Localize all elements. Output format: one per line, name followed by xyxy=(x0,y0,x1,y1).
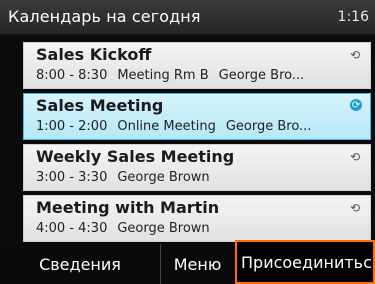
meeting-subject: Meeting with Martin xyxy=(36,198,220,217)
clock: 1:16 xyxy=(337,9,369,25)
meeting-location: Online Meeting xyxy=(117,119,216,134)
list-item[interactable]: Meeting with Martin ⟲ 4:00 - 4:30 George… xyxy=(23,195,371,242)
sync-icon: ⟲ xyxy=(349,150,361,164)
meeting-list: Sales Kickoff ⟲ 8:00 - 8:30 Meeting Rm B… xyxy=(23,42,371,246)
softkey-bar: Сведения Меню Присоединиться xyxy=(0,240,375,284)
list-item[interactable]: Sales Kickoff ⟲ 8:00 - 8:30 Meeting Rm B… xyxy=(23,42,371,89)
meeting-details: 1:00 - 2:00 Online Meeting George Bro... xyxy=(36,119,366,134)
meeting-time: 8:00 - 8:30 xyxy=(36,68,108,83)
meeting-organizer: George Brown xyxy=(117,221,210,236)
details-softkey[interactable]: Сведения xyxy=(0,244,160,284)
sync-icon: ⟲ xyxy=(349,48,361,62)
meeting-time: 4:00 - 4:30 xyxy=(36,221,108,236)
meeting-subject: Sales Meeting xyxy=(36,96,164,115)
sync-icon: ⟲ xyxy=(349,201,361,215)
meeting-subject: Weekly Sales Meeting xyxy=(36,147,235,166)
meeting-details: 4:00 - 4:30 George Brown xyxy=(36,221,366,236)
meeting-organizer: George Bro... xyxy=(225,119,312,134)
page-title: Календарь на сегодня xyxy=(8,7,201,26)
meeting-time: 1:00 - 2:00 xyxy=(36,119,108,134)
sync-icon: ⟳ xyxy=(350,99,362,111)
meeting-subject: Sales Kickoff xyxy=(36,45,152,64)
list-item-selected[interactable]: Sales Meeting ⟳ 1:00 - 2:00 Online Meeti… xyxy=(23,93,371,140)
meeting-time: 3:00 - 3:30 xyxy=(36,170,108,185)
meeting-organizer: George Bro... xyxy=(218,68,305,83)
meeting-location: Meeting Rm B xyxy=(117,68,209,83)
join-softkey[interactable]: Присоединиться xyxy=(235,240,375,284)
list-item[interactable]: Weekly Sales Meeting ⟲ 3:00 - 3:30 Georg… xyxy=(23,144,371,191)
title-bar: Календарь на сегодня 1:16 xyxy=(0,0,375,35)
meeting-details: 8:00 - 8:30 Meeting Rm B George Bro... xyxy=(36,68,366,83)
meeting-details: 3:00 - 3:30 George Brown xyxy=(36,170,366,185)
meeting-organizer: George Brown xyxy=(117,170,210,185)
menu-softkey[interactable]: Меню xyxy=(160,244,234,284)
